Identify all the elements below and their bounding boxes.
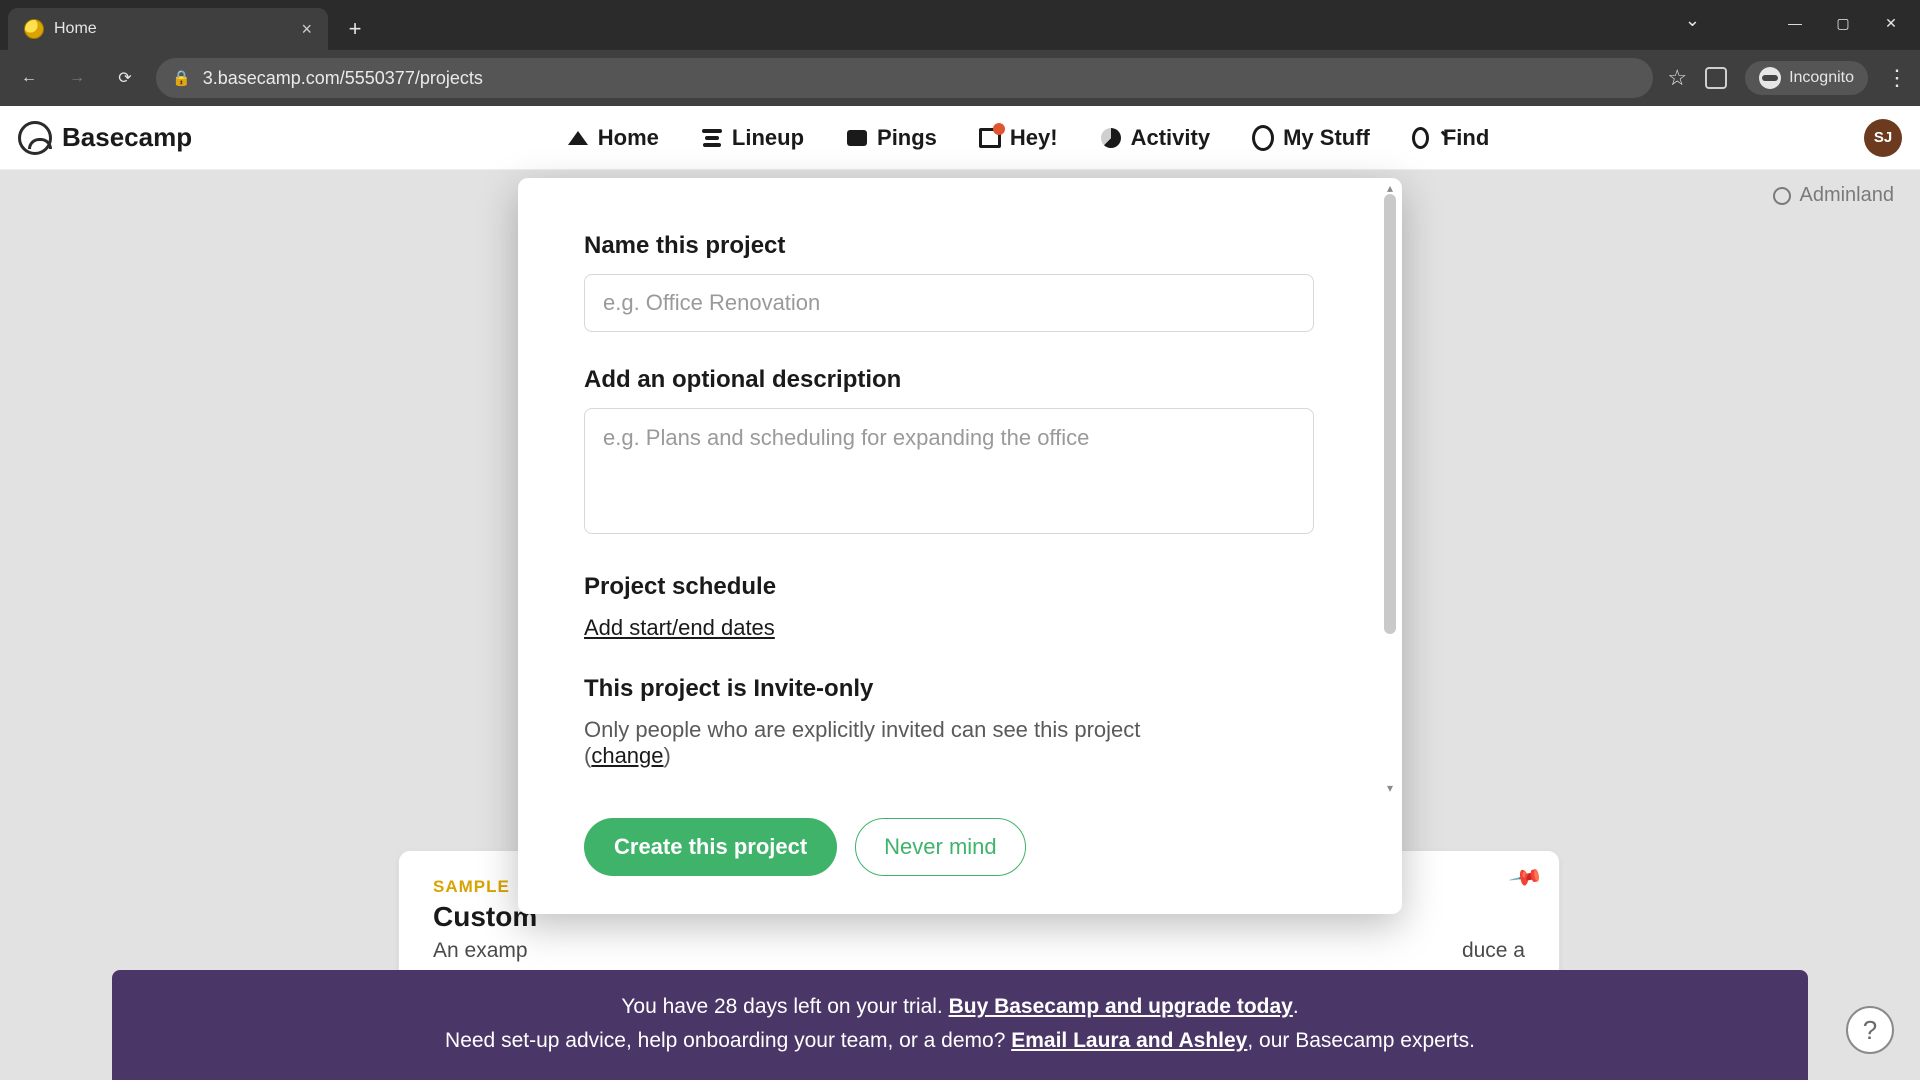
new-project-modal: Name this project Add an optional descri… — [518, 178, 1402, 914]
incognito-icon — [1759, 67, 1781, 89]
trial-line2-post: , our Basecamp experts. — [1247, 1029, 1475, 1052]
project-name-input[interactable] — [584, 274, 1314, 332]
trial-line2-pre: Need set-up advice, help onboarding your… — [445, 1029, 1011, 1052]
project-invite-desc: Only people who are explicitly invited c… — [584, 717, 1336, 769]
window-minimize-icon[interactable]: ― — [1772, 6, 1818, 40]
nav-mystuff-label: My Stuff — [1283, 125, 1370, 151]
nav-hey[interactable]: Hey! — [979, 125, 1058, 151]
bookmark-star-icon[interactable]: ☆ — [1667, 65, 1687, 91]
nav-lineup-label: Lineup — [732, 125, 804, 151]
basecamp-logo[interactable]: Basecamp — [18, 121, 192, 155]
new-tab-button[interactable]: + — [338, 12, 372, 46]
incognito-indicator[interactable]: Incognito — [1745, 61, 1868, 95]
notification-dot-icon — [993, 123, 1005, 135]
page-viewport: Basecamp Home Lineup Pings Hey! — [0, 106, 1920, 1080]
scroll-down-icon[interactable]: ▾ — [1384, 782, 1396, 794]
cancel-button[interactable]: Never mind — [855, 818, 1025, 876]
window-close-icon[interactable]: ✕ — [1868, 6, 1914, 40]
nav-pings[interactable]: Pings — [846, 125, 937, 151]
tab-favicon — [24, 19, 44, 39]
window-controls: ― ▢ ✕ — [1772, 6, 1914, 40]
browser-toolbar: ← → ⟳ 🔒 3.basecamp.com/5550377/projects … — [0, 50, 1920, 106]
trial-line1-post: . — [1293, 995, 1299, 1018]
nav-hey-label: Hey! — [1010, 125, 1058, 151]
trial-banner: You have 28 days left on your trial. Buy… — [112, 970, 1808, 1080]
nav-home-label: Home — [598, 125, 659, 151]
trial-line1-pre: You have 28 days left on your trial. — [621, 995, 948, 1018]
add-dates-link[interactable]: Add start/end dates — [584, 615, 775, 641]
search-icon — [1412, 127, 1434, 149]
nav-pings-label: Pings — [877, 125, 937, 151]
nav-home[interactable]: Home — [567, 125, 659, 151]
project-name-label: Name this project — [584, 232, 1336, 260]
tab-overflow-icon[interactable]: ⌄ — [1685, 10, 1700, 31]
gear-icon — [1773, 187, 1791, 205]
browser-menu-icon[interactable]: ⋮ — [1886, 65, 1908, 91]
create-project-button[interactable]: Create this project — [584, 818, 837, 876]
nav-find[interactable]: Find — [1412, 125, 1489, 151]
nav-back-icon[interactable]: ← — [12, 61, 46, 95]
invite-change-link[interactable]: change — [591, 743, 663, 768]
window-maximize-icon[interactable]: ▢ — [1820, 6, 1866, 40]
project-desc-input[interactable] — [584, 408, 1314, 534]
modal-footer: Create this project Never mind — [518, 798, 1402, 914]
tab-close-icon[interactable]: × — [301, 19, 312, 40]
nav-lineup[interactable]: Lineup — [701, 125, 804, 151]
project-schedule-label: Project schedule — [584, 573, 1336, 601]
browser-tabstrip: Home × + ⌄ ― ▢ ✕ — [0, 0, 1920, 50]
app-navbar: Basecamp Home Lineup Pings Hey! — [0, 106, 1920, 170]
hey-icon — [979, 127, 1001, 149]
home-icon — [567, 127, 589, 149]
address-url: 3.basecamp.com/5550377/projects — [203, 68, 483, 89]
lineup-icon — [701, 127, 723, 149]
pings-icon — [846, 127, 868, 149]
activity-icon — [1100, 127, 1122, 149]
extensions-icon[interactable] — [1705, 67, 1727, 89]
trial-upgrade-link[interactable]: Buy Basecamp and upgrade today — [949, 995, 1293, 1018]
project-invite-label: This project is Invite-only — [584, 675, 1336, 703]
trial-email-link[interactable]: Email Laura and Ashley — [1011, 1029, 1247, 1052]
nav-activity-label: Activity — [1131, 125, 1210, 151]
sample-card-desc: An examp duce a — [433, 939, 1525, 963]
mystuff-icon — [1252, 127, 1274, 149]
avatar[interactable]: SJ — [1864, 119, 1902, 157]
nav-reload-icon[interactable]: ⟳ — [108, 61, 142, 95]
tab-title: Home — [54, 20, 97, 38]
help-button[interactable]: ? — [1846, 1006, 1894, 1054]
lock-icon: 🔒 — [172, 69, 191, 87]
adminland-link[interactable]: Adminland — [1773, 184, 1894, 207]
scroll-up-icon[interactable]: ▴ — [1384, 182, 1396, 194]
page-body: Adminland 📌 SAMPLE Custom An examp duce … — [0, 170, 1920, 1080]
modal-body: Name this project Add an optional descri… — [518, 178, 1402, 798]
scroll-thumb[interactable] — [1384, 194, 1396, 634]
nav-find-label: Find — [1443, 125, 1489, 151]
browser-tab-active[interactable]: Home × — [8, 8, 328, 50]
nav-forward-icon: → — [60, 61, 94, 95]
basecamp-logo-text: Basecamp — [62, 122, 192, 153]
modal-scrollbar[interactable]: ▴ ▾ — [1382, 184, 1400, 792]
adminland-label: Adminland — [1799, 184, 1894, 207]
incognito-label: Incognito — [1789, 69, 1854, 87]
address-bar[interactable]: 🔒 3.basecamp.com/5550377/projects — [156, 58, 1653, 98]
nav-mystuff[interactable]: My Stuff — [1252, 125, 1370, 151]
nav-activity[interactable]: Activity — [1100, 125, 1210, 151]
basecamp-logo-icon — [18, 121, 52, 155]
project-desc-label: Add an optional description — [584, 366, 1336, 394]
